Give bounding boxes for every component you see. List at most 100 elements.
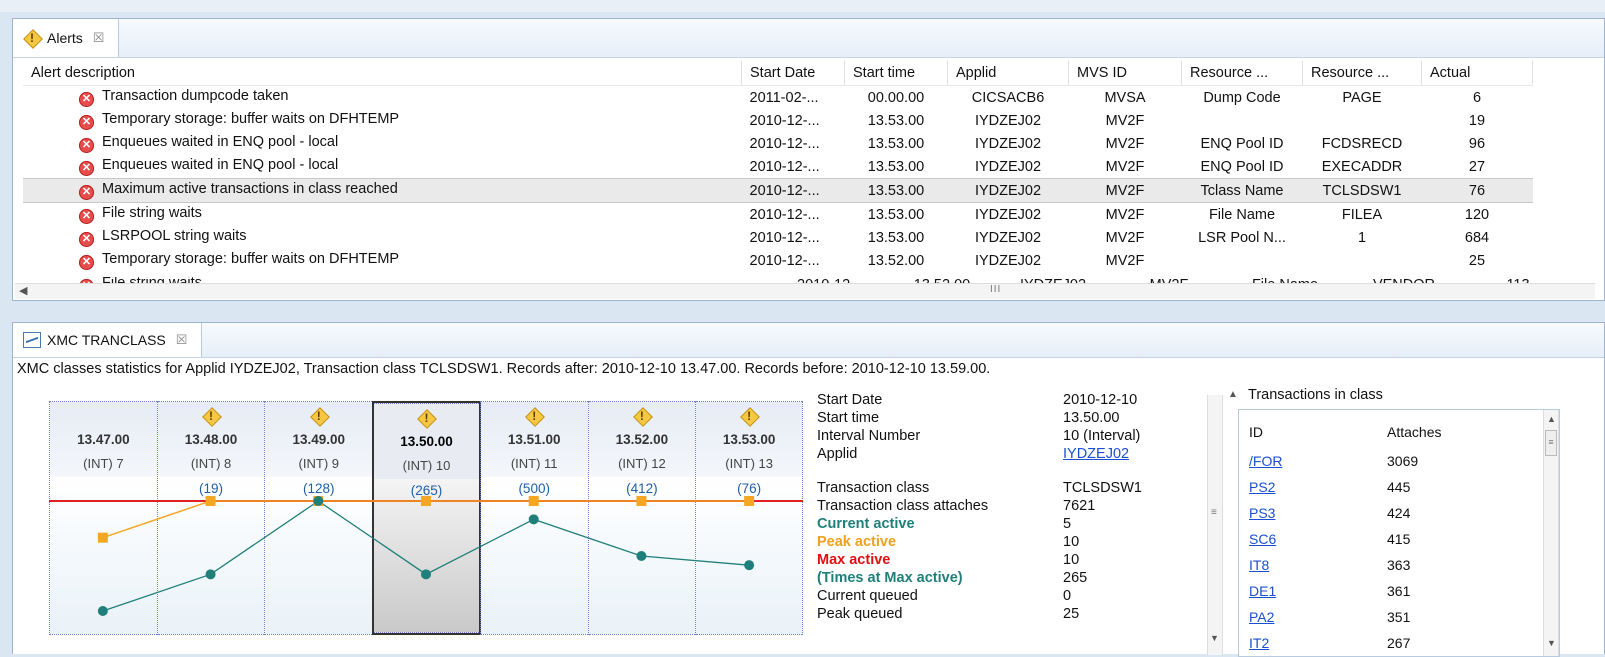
error-icon: ✕ [79,185,94,200]
cell-mvs-id: MVSA [1104,89,1146,106]
detail-value: 10 (Interval) [1063,428,1141,444]
tab-xmc-tranclass[interactable]: XMC TRANCLASS ☒ [13,323,203,357]
scroll-down-icon[interactable]: ▼ [1210,633,1219,643]
cell-actual: 96 [1468,135,1486,152]
col-applid[interactable]: Applid [947,61,1069,86]
cell-alert-description: LSRPOOL string waits [102,228,247,244]
table-row[interactable]: ✕ Enqueues waited in ENQ pool - local 2010… [23,132,1533,155]
table-row[interactable]: PS3 424 [1245,500,1442,526]
alerts-table: Alert description Start Date Start time … [23,61,1533,272]
transaction-id-link[interactable]: IT8 [1249,557,1269,573]
table-row[interactable]: ✕ Maximum active transactions in class re… [23,178,1533,203]
transaction-id-link[interactable]: PS2 [1249,479,1275,495]
scrollbar-thumb[interactable]: ≡ [1545,430,1557,456]
table-row[interactable]: ✕ Transaction dumpcode taken 2011-02-... 00… [23,86,1533,110]
cell-resource-1: ENQ Pool ID [1200,135,1284,152]
cell-resource-1: LSR Pool N... [1198,229,1286,246]
transaction-id-link[interactable]: SC6 [1249,531,1276,547]
table-row[interactable]: PS2 445 [1245,474,1442,500]
error-icon: ✕ [79,161,94,176]
cell-actual: 76 [1421,178,1533,203]
transaction-id-link[interactable]: DE1 [1249,583,1276,599]
alerts-horizontal-scrollbar[interactable]: ◀ III [15,283,1595,299]
peak-active-line [102,500,750,539]
cell-resource-2: FILEA [1341,206,1383,223]
table-row[interactable]: ✕ Temporary storage: buffer waits on DFHT… [23,109,1533,132]
col-resource-1[interactable]: Resource ... [1181,61,1303,86]
table-row[interactable]: IT8 363 [1245,552,1442,578]
close-icon[interactable]: ☒ [93,30,105,46]
cell-alert-description: Transaction dumpcode taken [102,88,289,104]
transaction-attaches: 351 [1387,609,1411,625]
cell-start-date: 2010-12-... [749,158,820,175]
cell-applid: CICSACB6 [971,89,1045,106]
transaction-id-link[interactable]: IT2 [1249,635,1269,651]
transaction-attaches: 424 [1387,505,1411,521]
table-row[interactable]: DE1 361 [1245,578,1442,604]
current-point [528,514,539,525]
cell-start-time: 13.53.00 [867,112,925,129]
tab-alerts[interactable]: Alerts ☒ [13,19,120,57]
table-row[interactable]: ✕ File string waits 2010-12-... 13.53.00 IYD… [23,203,1533,227]
col-resource-2[interactable]: Resource ... [1302,61,1422,86]
col-start-time[interactable]: Start time [844,61,948,86]
detail-value: 5 [1063,516,1072,532]
scrollbar-grip-icon[interactable]: ≡ [1211,507,1217,518]
applid-link[interactable]: IYDZEJ02 [1063,445,1129,463]
detail-label: Applid [817,446,858,462]
peak-point [205,496,216,506]
table-row[interactable]: /FOR 3069 [1245,448,1442,474]
details-scrollbar[interactable]: ≡ ▼ [1207,395,1223,655]
col-actual[interactable]: Actual [1421,61,1533,86]
transactions-scrollbar[interactable]: ▲ ≡ ▼ [1543,410,1559,656]
table-row[interactable]: IT2 267 [1245,630,1442,656]
cell-actual: 684 [1464,229,1490,246]
table-row[interactable]: ✕ LSRPOOL string waits 2010-12-... 13.53.00… [23,226,1533,249]
cell-resource-1: Dump Code [1203,89,1281,106]
cell-start-date: 2010-12-... [749,112,820,129]
col-attaches[interactable]: Attaches [1386,416,1442,448]
cell-actual: 19 [1468,112,1486,129]
scroll-up-icon[interactable]: ▲ [1547,414,1556,424]
cell-resource-1 [1182,109,1303,132]
error-icon: ✕ [79,92,94,107]
transaction-attaches: 3069 [1387,453,1419,469]
detail-label: Start Date [817,392,883,408]
col-mvs-id[interactable]: MVS ID [1068,61,1182,86]
cell-start-date: 2010-12-... [741,178,845,203]
transaction-id-link[interactable]: /FOR [1249,453,1282,469]
col-start-date[interactable]: Start Date [741,61,845,86]
transaction-id-link[interactable]: PS3 [1249,505,1275,521]
cell-alert-description: Temporary storage: buffer waits on DFHTE… [102,251,400,267]
detail-label: Transaction class [817,480,930,496]
close-icon[interactable]: ☒ [176,332,188,348]
scroll-down-icon[interactable]: ▼ [1547,638,1556,648]
cell-actual: 25 [1468,252,1486,269]
cell-resource-2: PAGE [1342,89,1382,106]
scroll-left-icon[interactable]: ◀ [19,284,27,297]
peak-point [636,496,647,506]
current-point [744,560,755,571]
col-id[interactable]: ID [1245,416,1386,448]
cell-start-time: 13.52.00 [867,252,925,269]
cell-actual: 27 [1468,158,1486,175]
cell-start-date: 2010-12-... [749,252,820,269]
cell-alert-description: Enqueues waited in ENQ pool - local [102,157,339,173]
table-row[interactable]: ✕ Temporary storage: buffer waits on DFHT… [23,249,1533,272]
cell-resource-2: TCLSDSW1 [1302,178,1422,203]
collapse-icon[interactable]: ▲ [1228,389,1238,400]
detail-label: Start time [817,410,880,426]
cell-alert-description: Temporary storage: buffer waits on DFHTE… [102,111,400,127]
col-alert-description[interactable]: Alert description [23,61,742,86]
cell-start-time: 13.53.00 [867,229,925,246]
table-row[interactable]: PA2 351 [1245,604,1442,630]
table-row[interactable]: SC6 415 [1245,526,1442,552]
peak-point [97,532,108,543]
transaction-attaches: 361 [1387,583,1411,599]
scrollbar-grip[interactable]: III [990,284,1001,295]
transaction-id-link[interactable]: PA2 [1249,609,1274,625]
cell-resource-1: File Name [1208,206,1276,223]
detail-label: Current queued [817,588,918,604]
xmc-subtitle: XMC classes statistics for Applid IYDZEJ… [17,361,991,377]
table-row[interactable]: ✕ Enqueues waited in ENQ pool - local 2010… [23,155,1533,179]
